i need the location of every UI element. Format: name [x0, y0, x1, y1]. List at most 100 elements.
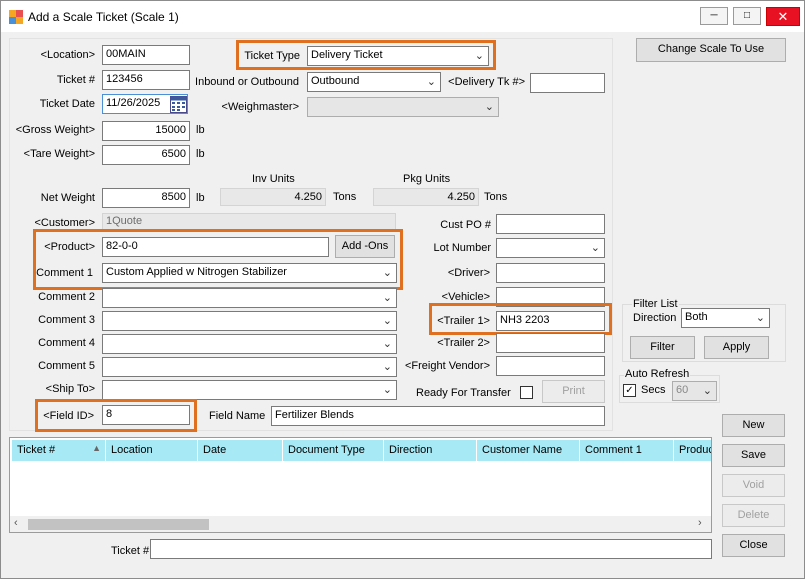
comment2-label: Comment 2: [38, 291, 95, 303]
comment4-select[interactable]: ⌄: [102, 334, 397, 354]
chevron-down-icon: ⌄: [382, 361, 392, 373]
filter-button[interactable]: Filter: [630, 336, 695, 359]
save-button[interactable]: Save: [722, 444, 785, 467]
delete-button[interactable]: Delete: [722, 504, 785, 527]
bottom-ticket-field[interactable]: [150, 539, 712, 559]
auto-refresh-label: Auto Refresh: [624, 368, 691, 380]
ticket-date-label: Ticket Date: [39, 98, 95, 110]
comment3-select[interactable]: ⌄: [102, 311, 397, 331]
location-label[interactable]: <Location>: [21, 49, 95, 61]
highlight-product-comment: [33, 229, 403, 290]
print-button[interactable]: Print: [542, 380, 605, 403]
highlight-ticket-type: [236, 40, 496, 70]
window-title: Add a Scale Ticket (Scale 1): [28, 10, 179, 24]
pkg-units-label: Pkg Units: [403, 173, 451, 185]
freight-vendor-field[interactable]: [496, 356, 605, 376]
tare-weight-field[interactable]: 6500: [102, 145, 190, 165]
direction-value: Both: [685, 311, 708, 323]
apply-button[interactable]: Apply: [704, 336, 769, 359]
inbound-outbound-select[interactable]: Outbound ⌄: [307, 72, 441, 92]
filter-list-label: Filter List: [632, 298, 679, 310]
customer-label[interactable]: <Customer>: [9, 217, 95, 229]
cust-po-field[interactable]: [496, 214, 605, 234]
comment4-label: Comment 4: [38, 337, 95, 349]
column-header-location[interactable]: Location: [106, 440, 198, 461]
ship-to-label[interactable]: <Ship To>: [9, 383, 95, 395]
ship-to-select[interactable]: ⌄: [102, 380, 397, 400]
minimize-button[interactable]: ─: [700, 7, 728, 25]
driver-label[interactable]: <Driver>: [406, 267, 490, 279]
scroll-left-icon[interactable]: ‹: [14, 517, 18, 529]
chevron-down-icon: ⌄: [382, 292, 392, 304]
lot-number-select[interactable]: ⌄: [496, 238, 605, 258]
change-scale-button[interactable]: Change Scale To Use: [636, 38, 786, 62]
title-bar: Add a Scale Ticket (Scale 1) ─ □ ✕: [1, 1, 804, 32]
column-label: Ticket #: [17, 444, 56, 456]
trailer2-field[interactable]: [496, 333, 605, 353]
secs-value: 60: [676, 384, 689, 396]
cust-po-label: Cust PO #: [440, 219, 491, 231]
scroll-right-icon[interactable]: ›: [698, 517, 702, 529]
weighmaster-select[interactable]: ⌄: [307, 97, 499, 117]
net-weight-unit: lb: [196, 192, 205, 204]
delivery-tk-field[interactable]: [530, 73, 605, 93]
secs-label: Secs: [641, 384, 666, 396]
comment5-label: Comment 5: [38, 360, 95, 372]
location-field[interactable]: 00MAIN: [102, 45, 190, 65]
lot-number-label: Lot Number: [433, 242, 491, 254]
weighmaster-label[interactable]: <Weighmaster>: [201, 101, 299, 113]
field-name-field[interactable]: Fertilizer Blends: [271, 406, 605, 426]
column-header-ticket[interactable]: Ticket # ▲: [12, 440, 106, 461]
close-button[interactable]: Close: [722, 534, 785, 557]
scale-ticket-window: Add a Scale Ticket (Scale 1) ─ □ ✕ <Loca…: [0, 0, 805, 579]
net-weight-field[interactable]: 8500: [102, 188, 190, 208]
inv-units-label: Inv Units: [252, 173, 295, 185]
chevron-down-icon: ⌄: [702, 385, 712, 397]
comment5-select[interactable]: ⌄: [102, 357, 397, 377]
ticket-number-field[interactable]: 123456: [102, 70, 190, 90]
close-window-button[interactable]: ✕: [766, 7, 800, 26]
new-button[interactable]: New: [722, 414, 785, 437]
driver-field[interactable]: [496, 263, 605, 283]
chevron-down-icon: ⌄: [484, 101, 494, 113]
chevron-down-icon: ⌄: [755, 312, 765, 324]
comment3-label: Comment 3: [38, 314, 95, 326]
ready-for-transfer-checkbox[interactable]: [520, 386, 533, 399]
column-header-direction[interactable]: Direction: [384, 440, 477, 461]
vehicle-label[interactable]: <Vehicle>: [406, 291, 490, 303]
bottom-ticket-label: Ticket #: [111, 545, 150, 557]
freight-vendor-label[interactable]: <Freight Vendor>: [399, 360, 490, 372]
tare-weight-label[interactable]: <Tare Weight>: [9, 148, 95, 160]
customer-field: 1Quote: [102, 213, 396, 230]
highlight-field-id: [35, 399, 197, 432]
tickets-grid[interactable]: Ticket # ▲ Location Date Document Type Di…: [9, 437, 712, 533]
pkg-units-value: 4.250: [373, 188, 479, 206]
gross-weight-label[interactable]: <Gross Weight>: [9, 124, 95, 136]
column-header-product[interactable]: Produc: [674, 440, 711, 461]
trailer2-label[interactable]: <Trailer 2>: [406, 337, 490, 349]
secs-select[interactable]: 60 ⌄: [672, 381, 717, 401]
column-header-document-type[interactable]: Document Type: [283, 440, 384, 461]
scrollbar-thumb[interactable]: [28, 519, 209, 530]
chevron-down-icon: ⌄: [382, 338, 392, 350]
maximize-button[interactable]: □: [733, 7, 761, 25]
net-weight-label: Net Weight: [40, 192, 95, 204]
comment2-select[interactable]: ⌄: [102, 288, 397, 308]
delivery-tk-label[interactable]: <Delivery Tk #>: [447, 76, 525, 88]
column-header-date[interactable]: Date: [198, 440, 283, 461]
inbound-outbound-value: Outbound: [311, 75, 360, 87]
chevron-down-icon: ⌄: [382, 315, 392, 327]
gross-weight-unit: lb: [196, 124, 205, 136]
chevron-down-icon: ⌄: [382, 384, 392, 396]
horizontal-scrollbar[interactable]: ‹ ›: [10, 516, 711, 532]
pkg-units-unit: Tons: [484, 191, 508, 203]
column-header-comment1[interactable]: Comment 1: [580, 440, 674, 461]
ticket-number-label: Ticket #: [56, 74, 95, 86]
gross-weight-field[interactable]: 15000: [102, 121, 190, 141]
app-icon: [9, 10, 23, 24]
calendar-icon[interactable]: [170, 96, 187, 113]
direction-select[interactable]: Both ⌄: [681, 308, 770, 328]
auto-refresh-checkbox[interactable]: ✓: [623, 384, 636, 397]
column-header-customer-name[interactable]: Customer Name: [477, 440, 580, 461]
void-button[interactable]: Void: [722, 474, 785, 497]
